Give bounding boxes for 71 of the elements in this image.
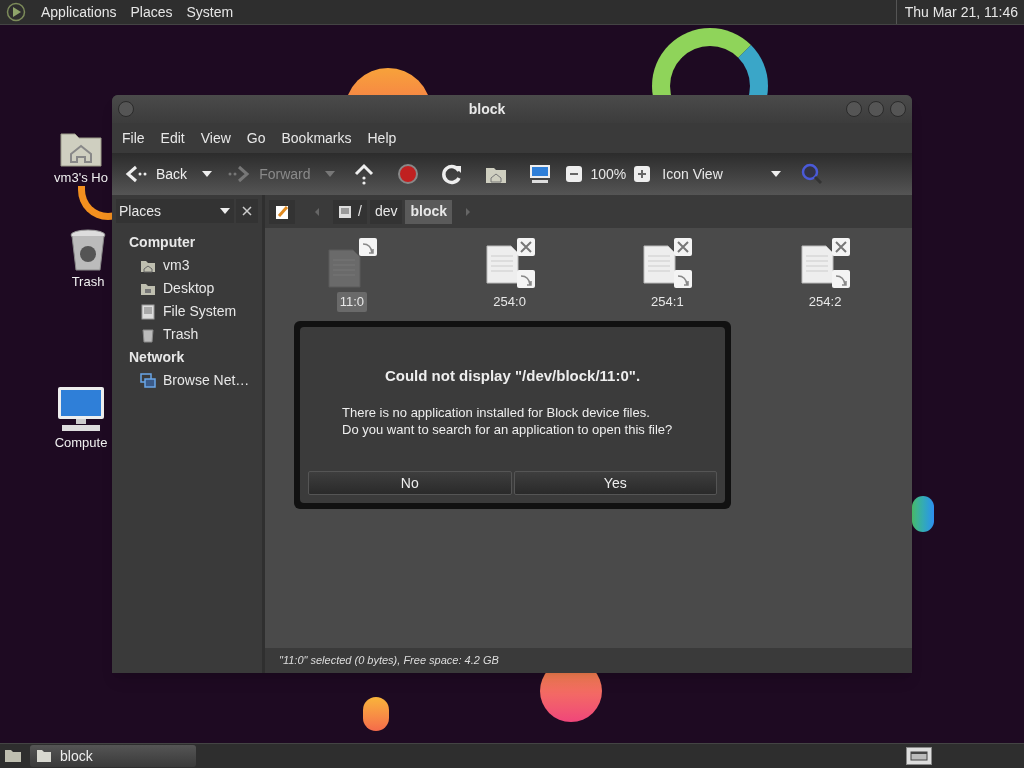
up-icon: [353, 163, 376, 185]
workspace-switcher[interactable]: [906, 747, 932, 765]
network-icon: [140, 372, 156, 389]
menu-item[interactable]: File: [116, 127, 151, 149]
edit-location-button[interactable]: [269, 199, 295, 224]
zoom-out-button[interactable]: [566, 166, 583, 182]
file-name[interactable]: 254:0: [490, 292, 529, 312]
close-icon: [242, 206, 252, 216]
trash-icon: [140, 326, 156, 343]
zoom-level: 100%: [590, 164, 627, 184]
file-name[interactable]: 254:1: [648, 292, 687, 312]
view-selector[interactable]: Icon View: [658, 160, 787, 188]
menu-logo-icon: [6, 2, 26, 22]
reload-icon: [441, 163, 464, 185]
sidebar-heading: Network: [128, 348, 186, 367]
computer-icon: [56, 385, 106, 433]
dialog-button[interactable]: No: [308, 471, 512, 495]
sidebar-item[interactable]: Browse Net…: [112, 369, 262, 392]
forward-arrow-icon: [227, 164, 252, 184]
sidebar-item[interactable]: vm3: [112, 254, 262, 277]
caret-icon: [201, 170, 214, 178]
close-sidebar-button[interactable]: [236, 199, 258, 223]
window-title: block: [467, 99, 507, 119]
panel-menu[interactable]: Places: [123, 1, 180, 23]
caret-icon: [324, 170, 337, 178]
search-icon: [801, 163, 824, 185]
desktop-icon-label[interactable]: vm3's Ho: [54, 168, 108, 188]
sidebar-item[interactable]: Trash: [112, 323, 262, 346]
menu-item[interactable]: Help: [361, 127, 403, 149]
path-segment[interactable]: block: [405, 199, 453, 224]
path-segment[interactable]: dev: [369, 199, 403, 224]
window-icon: [910, 751, 928, 761]
file-name[interactable]: 11:0: [336, 292, 368, 312]
clock: Thu Mar 21, 11:46: [903, 2, 1019, 22]
dialog-button[interactable]: Yes: [513, 471, 717, 495]
sidebar-heading: Computer: [128, 233, 197, 252]
desktop-folder-icon: [4, 749, 22, 763]
panel-menu[interactable]: System: [179, 1, 241, 23]
status-text: "11:0" selected (0 bytes), Free space: 4.2 GB: [279, 653, 499, 669]
scroll-left-icon: [314, 206, 320, 217]
back-arrow-icon: [124, 164, 148, 184]
places-selector[interactable]: Places: [116, 199, 234, 223]
back-button[interactable]: Back: [120, 158, 192, 190]
drive-icon: [140, 303, 156, 320]
taskbar-button[interactable]: block: [30, 745, 196, 767]
sidebar-item[interactable]: Desktop: [112, 277, 262, 300]
path-segment[interactable]: /: [333, 199, 367, 224]
desktop-icon-label[interactable]: Compute: [54, 433, 108, 453]
broken-link-file-icon: [640, 236, 695, 290]
menu-item[interactable]: Edit: [154, 127, 191, 149]
dialog-message: There is no application installed for Block device files. Do you want to search for an application to open this file?: [341, 403, 674, 438]
menu-item[interactable]: View: [194, 127, 237, 149]
menu-item[interactable]: Go: [240, 127, 272, 149]
desktop-icon-label[interactable]: Trash: [71, 272, 105, 292]
caret-icon: [219, 207, 231, 215]
zoom-in-button[interactable]: [634, 166, 651, 182]
stop-icon: [397, 163, 420, 185]
file-name[interactable]: 254:2: [805, 292, 845, 312]
scroll-right-icon: [465, 206, 472, 217]
drive-icon: [338, 204, 352, 219]
sidebar-item[interactable]: File System: [112, 300, 262, 323]
broken-link-file-icon: [798, 236, 853, 290]
trash-icon: [68, 228, 108, 272]
menu-item[interactable]: Bookmarks: [275, 127, 358, 149]
zoom-in-icon: [637, 169, 648, 179]
dialog-title: Could not display "/dev/block/11:0".: [384, 366, 641, 386]
caret-icon: [770, 170, 783, 178]
pencil-icon: [274, 203, 290, 220]
computer-icon: [529, 163, 552, 185]
folder-icon: [36, 749, 52, 763]
panel-menu[interactable]: Applications: [34, 1, 124, 23]
